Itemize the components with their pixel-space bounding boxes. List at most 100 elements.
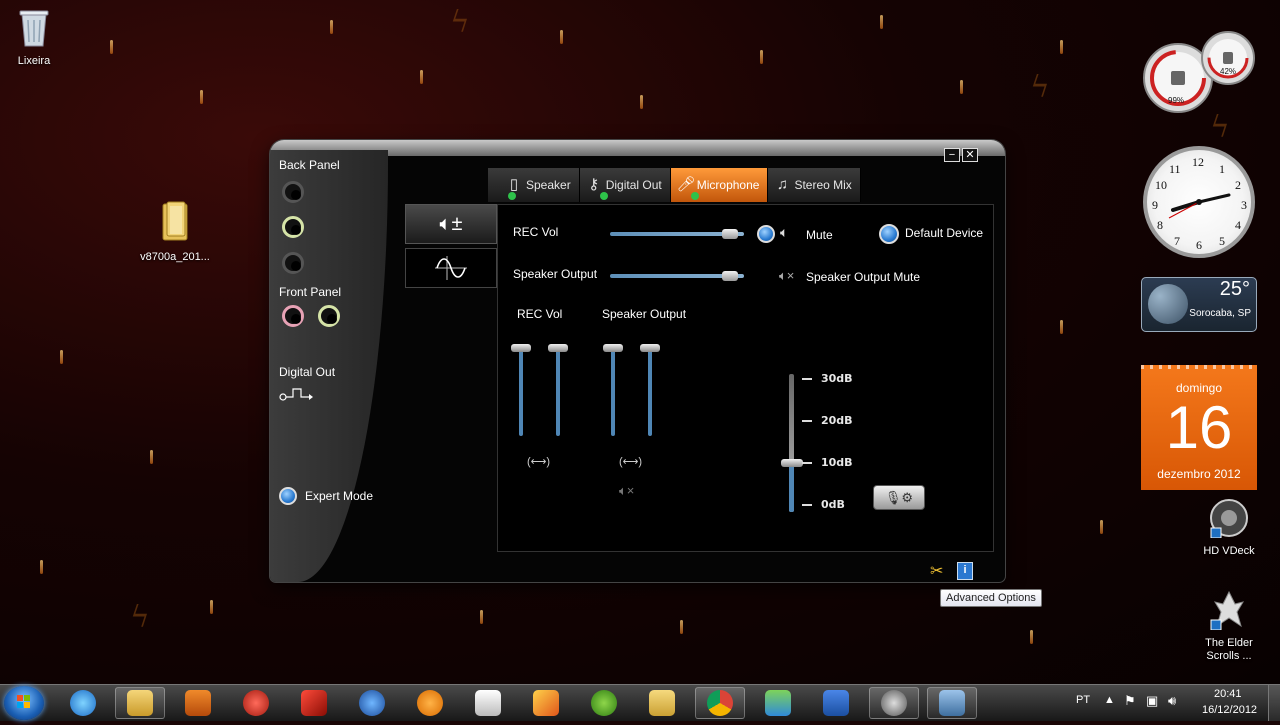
hd-vdeck-label: HD VDeck xyxy=(1203,545,1255,557)
music-note-icon: ♫ xyxy=(776,176,789,193)
calendar-month-year: dezembro 2012 xyxy=(1157,467,1241,481)
taskbar-internet-explorer[interactable] xyxy=(58,687,108,719)
background-spark xyxy=(40,560,43,574)
flag-icon[interactable]: ⚑ xyxy=(1124,693,1136,709)
taskbar: PT ▲ ⚑ ▣ 🔊︎ 20:41 16/12/2012 xyxy=(0,684,1280,721)
speaker-muted-icon[interactable]: 🔈︎ xyxy=(780,224,788,241)
chrome-icon xyxy=(707,690,733,716)
red-app2-icon xyxy=(301,690,327,716)
start-button[interactable] xyxy=(4,686,44,720)
background-spark xyxy=(1100,520,1103,534)
audio-manager-icon xyxy=(881,690,907,716)
rec-vol-left-thumb[interactable] xyxy=(511,344,531,352)
close-button[interactable]: ✕ xyxy=(962,148,978,162)
network-icon[interactable]: ▣ xyxy=(1146,693,1158,709)
background-spark xyxy=(330,20,333,34)
taskbar-explorer[interactable] xyxy=(115,687,165,719)
rec-vol-slider-thumb[interactable] xyxy=(722,229,739,239)
background-spark xyxy=(200,90,203,104)
background-spark xyxy=(880,15,883,29)
speaker-output-mute-icon[interactable]: 🔈︎× xyxy=(779,268,794,284)
speaker-output-column-label: Speaker Output xyxy=(602,307,687,321)
front-panel-jack-lime[interactable] xyxy=(318,305,340,327)
messenger-icon xyxy=(765,690,791,716)
microphone-boost-thumb[interactable] xyxy=(781,459,803,467)
microphone-settings-button[interactable]: 🎙︎⚙ xyxy=(873,485,925,510)
cpu-meter-gadget[interactable]: 99% 42% xyxy=(1140,28,1258,114)
v8700a-folder-shortcut[interactable]: v8700a_201... xyxy=(135,200,215,264)
rec-vol-column-label: REC Vol xyxy=(517,307,563,321)
speaker-output-slider-thumb[interactable] xyxy=(722,271,739,281)
recycle-bin-icon xyxy=(19,10,49,47)
speaker-output-left-thumb[interactable] xyxy=(603,344,623,352)
tab-digital-out[interactable]: ⚷ Digital Out xyxy=(579,168,671,202)
elder-scrolls-shortcut[interactable]: The Elder Scrolls ... xyxy=(1189,590,1269,663)
taskbar-calendar-app[interactable] xyxy=(463,687,513,719)
taskbar-avast[interactable] xyxy=(405,687,455,719)
volume-icon[interactable]: 🔊︎ xyxy=(1168,693,1176,709)
speaker-icon: ▯ xyxy=(509,176,519,193)
back-panel-jack-dark[interactable] xyxy=(282,252,304,274)
weather-gadget[interactable]: 25° Sorocaba, SP xyxy=(1141,277,1257,332)
folder-icon xyxy=(127,690,153,716)
tab-microphone[interactable]: 🎤︎ Microphone xyxy=(670,168,769,202)
background-spark xyxy=(640,95,643,109)
avast-icon xyxy=(417,690,443,716)
boost-0db-label: 0dB xyxy=(821,498,845,511)
default-device-button[interactable] xyxy=(879,224,899,244)
taskbar-audio-manager[interactable] xyxy=(869,687,919,719)
clock-gadget[interactable]: 12 1 2 3 4 5 6 7 8 9 10 11 xyxy=(1143,146,1255,258)
info-icon[interactable]: i xyxy=(957,562,973,580)
speaker-output-right-slider[interactable] xyxy=(648,348,652,436)
rec-vol-right-slider[interactable] xyxy=(556,348,560,436)
taskbar-app-red2[interactable] xyxy=(289,687,339,719)
speaker-output-link-icon[interactable]: (⟷) xyxy=(619,455,642,468)
mute-radio[interactable] xyxy=(757,225,775,243)
back-panel-jack-black[interactable] xyxy=(282,181,304,203)
background-spark xyxy=(1030,630,1033,644)
calendar-gadget[interactable]: domingo 16 dezembro 2012 xyxy=(1141,365,1257,490)
volume-page-button[interactable]: 🔈︎± xyxy=(405,204,497,244)
tab-stereo-mix[interactable]: ♫ Stereo Mix xyxy=(768,168,861,202)
speaker-output-left-slider[interactable] xyxy=(611,348,615,436)
front-panel-label: Front Panel xyxy=(279,285,342,299)
calendar-day: 16 xyxy=(1165,394,1233,461)
rec-vol-left-slider[interactable] xyxy=(519,348,523,436)
word-icon xyxy=(823,690,849,716)
advanced-options-icon[interactable]: ✂ xyxy=(930,561,943,581)
minimize-button[interactable]: − xyxy=(944,148,960,162)
clock-date[interactable]: 16/12/2012 xyxy=(1202,704,1257,716)
taskbar-video-app[interactable] xyxy=(927,687,977,719)
expert-mode-radio[interactable] xyxy=(279,487,297,505)
taskbar-messenger[interactable] xyxy=(753,687,803,719)
taskbar-utorrent[interactable] xyxy=(579,687,629,719)
tab-speaker[interactable]: ▯ Speaker xyxy=(488,168,580,202)
taskbar-word[interactable] xyxy=(811,687,861,719)
taskbar-media-player[interactable] xyxy=(173,687,223,719)
back-panel-jack-lime[interactable] xyxy=(282,216,304,238)
background-glyph: ϟ xyxy=(450,5,470,40)
rec-vol-link-icon[interactable]: (⟷) xyxy=(527,455,550,468)
hd-vdeck-shortcut[interactable]: HD VDeck xyxy=(1189,498,1269,558)
show-desktop-button[interactable] xyxy=(1268,685,1280,721)
speaker-output-right-thumb[interactable] xyxy=(640,344,660,352)
show-hidden-icons[interactable]: ▲ xyxy=(1104,694,1115,706)
taskbar-chrome[interactable] xyxy=(695,687,745,719)
front-panel-jack-pink[interactable] xyxy=(282,305,304,327)
recycle-bin-shortcut[interactable]: Lixeira xyxy=(0,8,74,68)
windows-logo-icon xyxy=(17,695,30,708)
taskbar-folder[interactable] xyxy=(637,687,687,719)
effect-page-button[interactable] xyxy=(405,248,497,288)
rec-vol-right-thumb[interactable] xyxy=(548,344,568,352)
weather-temperature: 25° xyxy=(1219,278,1250,300)
taskbar-app-red[interactable] xyxy=(231,687,281,719)
video-app-icon xyxy=(939,690,965,716)
taskbar-app-blue[interactable] xyxy=(347,687,397,719)
default-check-icon xyxy=(508,192,516,200)
speaker-output-column-mute-icon[interactable]: 🔈︎× xyxy=(619,483,634,499)
clock-time[interactable]: 20:41 xyxy=(1214,688,1242,700)
boost-30db-label: 30dB xyxy=(821,372,853,385)
digital-out-connector-icon[interactable] xyxy=(279,386,315,402)
language-indicator[interactable]: PT xyxy=(1076,694,1090,706)
taskbar-app-orange[interactable] xyxy=(521,687,571,719)
